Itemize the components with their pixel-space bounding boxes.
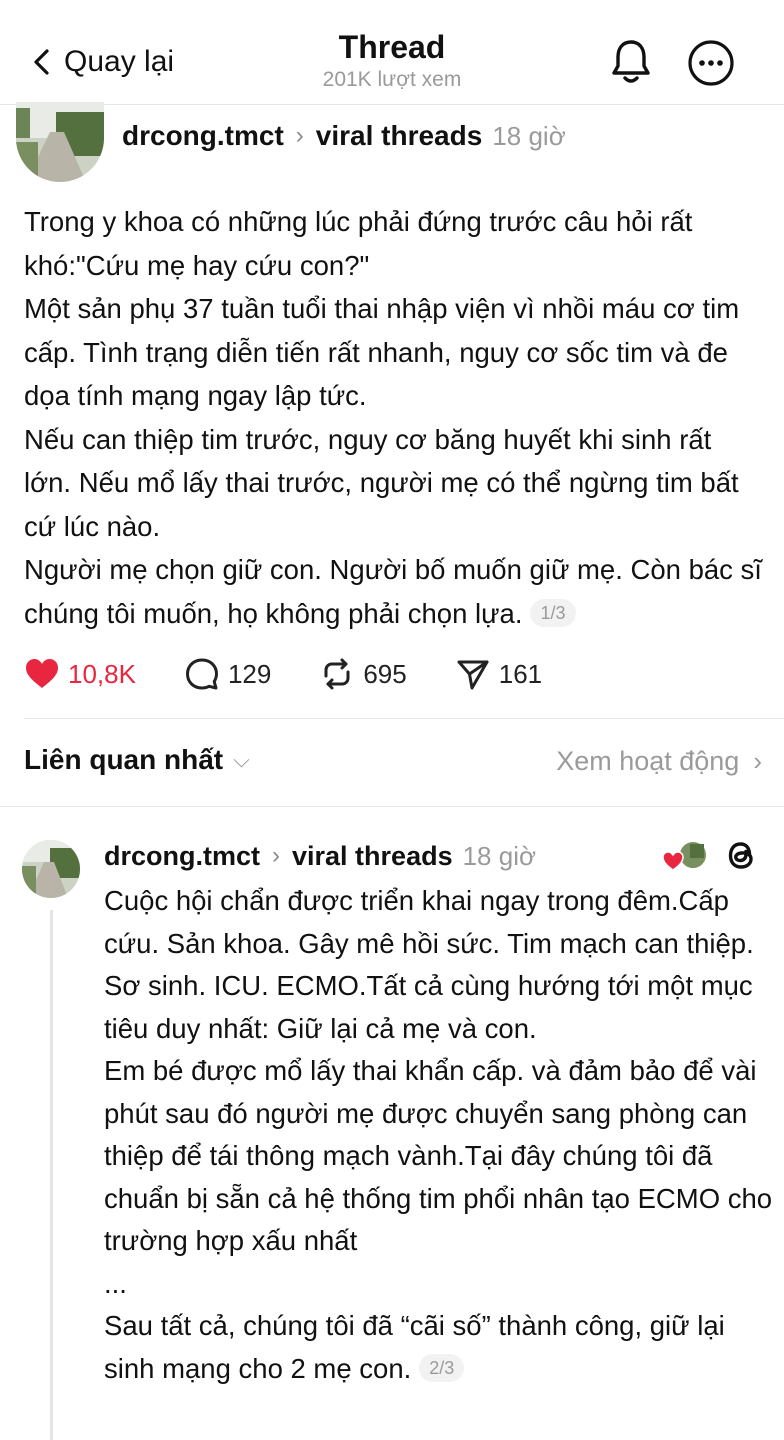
avatar-photo	[16, 102, 104, 182]
chevron-right-icon: ›	[295, 122, 304, 149]
reply-paragraph: Cuộc hội chẩn được triển khai ngay trong…	[104, 885, 754, 1044]
reply-paragraph-last: Sau tất cả, chúng tôi đã “cãi số” thành …	[104, 1305, 774, 1390]
more-options-icon[interactable]	[686, 38, 736, 88]
top-bar: Quay lại Thread 201K lượt xem	[0, 0, 784, 105]
liked-by-author-icon	[662, 840, 708, 871]
post-paragraph: Nếu can thiệp tim trước, nguy cơ băng hu…	[24, 423, 739, 542]
author-avatar[interactable]	[16, 102, 104, 182]
view-activity-label: Xem hoạt động	[556, 746, 740, 776]
reply-paragraph: Em bé được mổ lấy thai khẩn cấp. và đảm …	[104, 1055, 773, 1256]
chevron-down-icon: ⌵	[233, 747, 250, 772]
reply-time: 18 giờ	[462, 840, 537, 871]
reply-paragraph-text: Sau tất cả, chúng tôi đã “cãi số” thành …	[104, 1310, 725, 1384]
threads-logo-icon[interactable]	[722, 836, 760, 874]
post-body: Trong y khoa có những lúc phải đứng trướ…	[24, 200, 764, 635]
post-paragraph-last: Người mẹ chọn giữ con. Người bố muốn giữ…	[24, 548, 764, 635]
comment-button[interactable]: 129	[184, 656, 271, 692]
send-icon	[457, 660, 489, 690]
view-activity-link[interactable]: Xem hoạt động ›	[556, 746, 762, 777]
sort-dropdown[interactable]: Liên quan nhất ⌵	[24, 744, 250, 776]
page-title: Thread	[338, 29, 446, 65]
share-button[interactable]: 161	[455, 656, 542, 692]
back-label: Quay lại	[64, 45, 175, 78]
heart-icon	[26, 659, 58, 688]
repost-count: 695	[363, 658, 407, 689]
reply-author-username[interactable]: drcong.tmct	[104, 841, 260, 872]
page-indicator: 1/3	[530, 598, 576, 627]
view-count: 201K lượt xem	[322, 68, 462, 91]
post-paragraph: Trong y khoa có những lúc phải đứng trướ…	[24, 206, 693, 281]
bell-icon[interactable]	[606, 36, 656, 86]
like-button[interactable]: 10,8K	[24, 656, 136, 692]
post-time: 18 giờ	[492, 120, 566, 151]
divider	[24, 718, 784, 719]
reply-body: Cuộc hội chẩn được triển khai ngay trong…	[104, 880, 774, 1390]
header-title-block: Thread 201K lượt xem	[242, 28, 542, 94]
share-count: 161	[498, 658, 543, 689]
comment-count: 129	[227, 658, 272, 689]
sort-label: Liên quan nhất	[24, 744, 224, 775]
post-header: drcong.tmct › viral threads 18 giờ	[122, 114, 566, 158]
reply-author-avatar[interactable]	[22, 840, 80, 898]
reply-paragraph: ...	[104, 1267, 127, 1299]
chevron-left-icon	[34, 49, 49, 75]
post-actions: 10,8K 129 695 161	[24, 652, 590, 696]
chevron-right-icon: ›	[272, 842, 281, 869]
thread-connector-line	[50, 910, 53, 1440]
reply-community-name[interactable]: viral threads	[292, 841, 453, 872]
community-name[interactable]: viral threads	[316, 120, 483, 152]
back-button[interactable]: Quay lại	[30, 40, 174, 84]
chevron-right-icon: ›	[753, 746, 762, 776]
repost-icon	[324, 658, 350, 690]
author-username[interactable]: drcong.tmct	[122, 120, 284, 152]
reply-header: drcong.tmct › viral threads 18 giờ	[104, 836, 536, 876]
comment-bubble-icon	[185, 658, 218, 690]
replies-sort-bar: Liên quan nhất ⌵ Xem hoạt động ›	[0, 722, 784, 807]
page-indicator: 2/3	[419, 1353, 465, 1382]
repost-button[interactable]: 695	[319, 656, 407, 692]
avatar-photo	[22, 840, 80, 898]
post-paragraph: Một sản phụ 37 tuần tuổi thai nhập viện …	[24, 293, 740, 411]
post-paragraph-text: Người mẹ chọn giữ con. Người bố muốn giữ…	[24, 554, 762, 629]
like-count: 10,8K	[68, 658, 136, 689]
